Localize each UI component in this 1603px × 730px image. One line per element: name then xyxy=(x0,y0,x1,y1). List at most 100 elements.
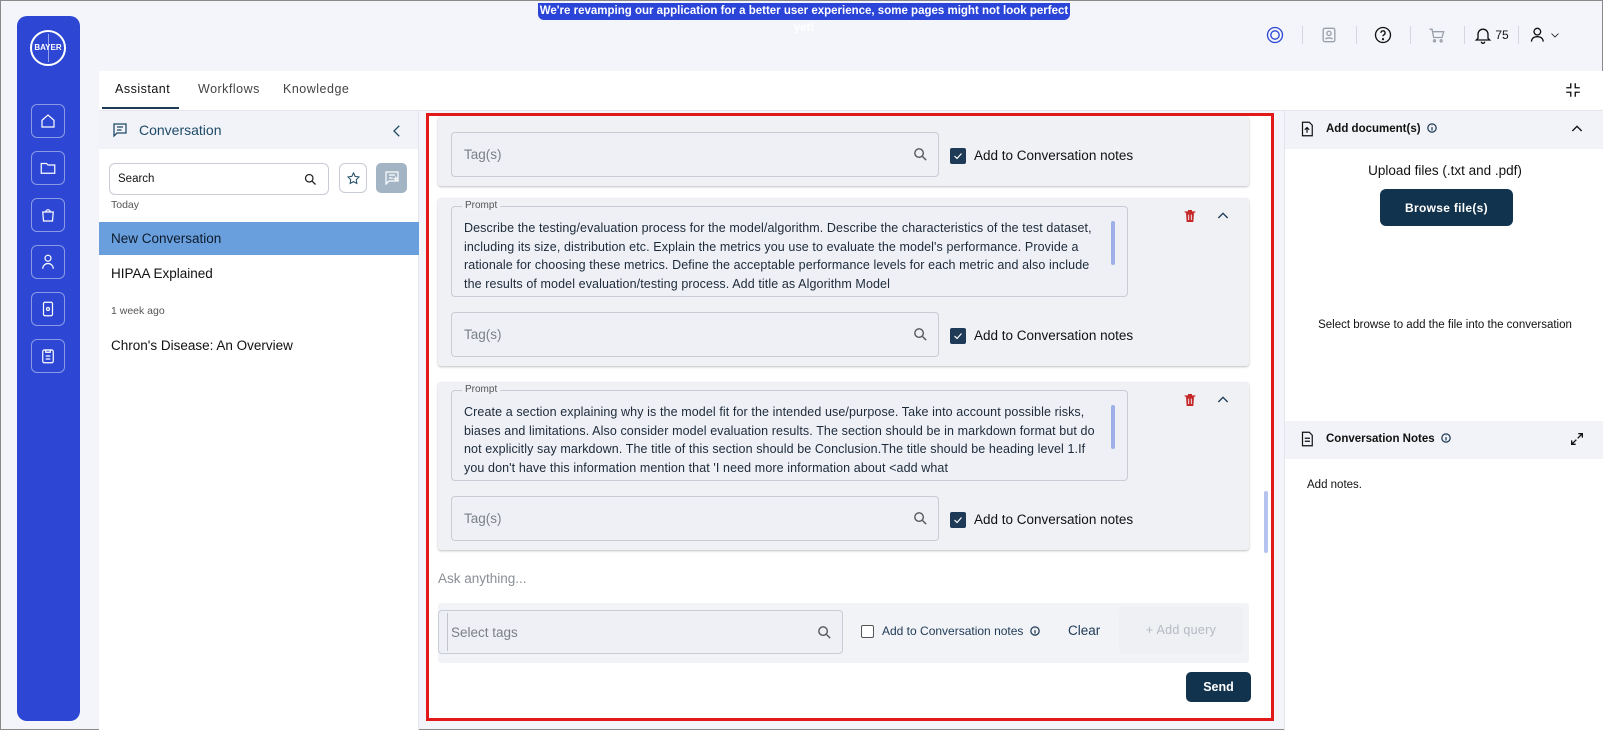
bayer-logo: BAYER xyxy=(30,30,66,66)
send-button[interactable]: Send xyxy=(1186,672,1251,702)
info-icon[interactable] xyxy=(1029,625,1040,636)
browse-files-button[interactable]: Browse file(s) xyxy=(1380,189,1513,226)
device-icon xyxy=(42,301,54,317)
info-icon[interactable] xyxy=(1426,123,1437,133)
conversation-item[interactable]: New Conversation xyxy=(99,222,419,255)
add-to-notes-checkbox[interactable] xyxy=(950,512,966,528)
globe-icon xyxy=(1266,26,1284,44)
notifications-button[interactable]: 75 xyxy=(1464,23,1518,47)
delete-prompt-button[interactable] xyxy=(1182,208,1198,224)
group-label-today: Today xyxy=(111,199,140,211)
help-button[interactable] xyxy=(1356,23,1410,47)
add-to-notes-checkbox[interactable] xyxy=(950,328,966,344)
add-query-button[interactable]: + Add query xyxy=(1119,607,1243,653)
tag-field xyxy=(451,132,939,177)
prompt-scrollbar[interactable] xyxy=(1111,221,1115,265)
bag-nav-button[interactable] xyxy=(31,198,65,232)
tag-input[interactable] xyxy=(452,497,892,540)
tab-assistant[interactable]: Assistant xyxy=(115,82,170,96)
notification-count: 75 xyxy=(1495,28,1509,42)
tab-knowledge[interactable]: Knowledge xyxy=(283,82,349,96)
prompt-card: Add to Conversation notes xyxy=(438,116,1249,186)
expand-icon xyxy=(1571,433,1583,445)
prompt-field[interactable]: Prompt Describe the testing/evaluation p… xyxy=(451,200,1128,297)
badge-button[interactable] xyxy=(1302,23,1356,47)
tag-field xyxy=(451,312,939,357)
chevron-left-icon[interactable] xyxy=(388,122,406,140)
add-documents-header: Add document(s) xyxy=(1285,111,1603,149)
conversation-panel-header: Conversation xyxy=(99,111,418,149)
trash-icon xyxy=(1184,394,1196,406)
folder-nav-button[interactable] xyxy=(31,151,65,185)
select-tags-field xyxy=(438,610,843,654)
help-icon xyxy=(1374,26,1392,44)
chevron-up-icon xyxy=(1217,396,1229,403)
add-to-notes-checkbox[interactable] xyxy=(950,148,966,164)
query-add-to-notes-checkbox[interactable] xyxy=(861,625,874,638)
search-icon[interactable] xyxy=(912,146,929,163)
select-tags-input[interactable] xyxy=(439,611,799,653)
conversation-search-input[interactable] xyxy=(110,164,290,194)
nav-rail: BAYER xyxy=(17,16,80,721)
star-icon xyxy=(346,171,360,184)
documents-panel: Add document(s) Upload files (.txt and .… xyxy=(1284,111,1603,730)
user-menu-button[interactable] xyxy=(1518,23,1572,47)
home-nav-button[interactable] xyxy=(31,104,65,138)
workspace-scrollbar[interactable] xyxy=(1264,491,1268,553)
search-icon[interactable] xyxy=(912,326,929,343)
tag-input[interactable] xyxy=(452,313,892,356)
prompt-card: Prompt Create a section explaining why i… xyxy=(438,382,1249,550)
tag-input[interactable] xyxy=(452,133,892,176)
prompt-text[interactable]: Create a section explaining why is the m… xyxy=(464,403,1104,477)
active-tab-indicator xyxy=(102,107,179,109)
conversation-item[interactable]: HIPAA Explained xyxy=(99,257,419,290)
search-icon[interactable] xyxy=(816,624,833,641)
chevron-down-icon xyxy=(1551,33,1559,38)
query-add-to-notes-text: Add to Conversation notes xyxy=(882,624,1024,638)
add-documents-title: Add document(s) xyxy=(1326,123,1437,135)
conversation-item[interactable]: Chron's Disease: An Overview xyxy=(99,329,419,362)
collapse-prompt-button[interactable] xyxy=(1215,208,1231,224)
expand-notes-button[interactable] xyxy=(1569,431,1585,447)
info-icon[interactable] xyxy=(1441,433,1451,443)
clipboard-nav-button[interactable] xyxy=(31,339,65,373)
bag-icon xyxy=(42,209,54,222)
delete-prompt-button[interactable] xyxy=(1182,392,1198,408)
prompt-label: Prompt xyxy=(462,384,501,395)
conversation-search xyxy=(109,163,329,195)
search-icon[interactable] xyxy=(912,510,929,527)
upload-instructions: Upload files (.txt and .pdf) xyxy=(1368,163,1522,178)
cart-icon xyxy=(1429,28,1445,43)
add-to-notes-label: Add to Conversation notes xyxy=(974,148,1134,163)
device-nav-button[interactable] xyxy=(31,292,65,326)
cart-button[interactable] xyxy=(1410,23,1464,47)
globe-button[interactable] xyxy=(1248,23,1302,47)
conversation-notes-title: Conversation Notes xyxy=(1326,433,1451,445)
doctor-icon xyxy=(42,254,54,269)
chevron-up-icon xyxy=(1571,125,1583,132)
upload-icon xyxy=(1298,120,1316,138)
search-icon[interactable] xyxy=(303,172,318,187)
prompt-text[interactable]: Describe the testing/evaluation process … xyxy=(464,219,1104,293)
conversation-notes-title-text: Conversation Notes xyxy=(1326,433,1435,445)
collapse-documents-button[interactable] xyxy=(1569,121,1585,137)
conversation-notes-header: Conversation Notes xyxy=(1285,421,1603,459)
doctor-nav-button[interactable] xyxy=(31,245,65,279)
prompt-scrollbar[interactable] xyxy=(1111,405,1115,449)
check-icon xyxy=(954,153,962,160)
notes-placeholder[interactable]: Add notes. xyxy=(1307,479,1362,491)
exit-fullscreen-button[interactable] xyxy=(1564,81,1582,99)
favorites-button[interactable] xyxy=(339,163,367,193)
collapse-prompt-button[interactable] xyxy=(1215,392,1231,408)
tab-workflows[interactable]: Workflows xyxy=(198,82,260,96)
home-icon xyxy=(41,114,55,128)
clear-button[interactable]: Clear xyxy=(1068,623,1100,638)
prompt-label: Prompt xyxy=(462,200,501,211)
tag-field xyxy=(451,496,939,541)
prompt-field[interactable]: Prompt Create a section explaining why i… xyxy=(451,384,1128,481)
folder-icon xyxy=(40,162,56,174)
conversation-title: Conversation xyxy=(139,122,222,138)
group-label-week: 1 week ago xyxy=(111,305,165,317)
ask-input[interactable] xyxy=(432,563,1232,593)
new-conversation-button[interactable] xyxy=(376,163,407,193)
